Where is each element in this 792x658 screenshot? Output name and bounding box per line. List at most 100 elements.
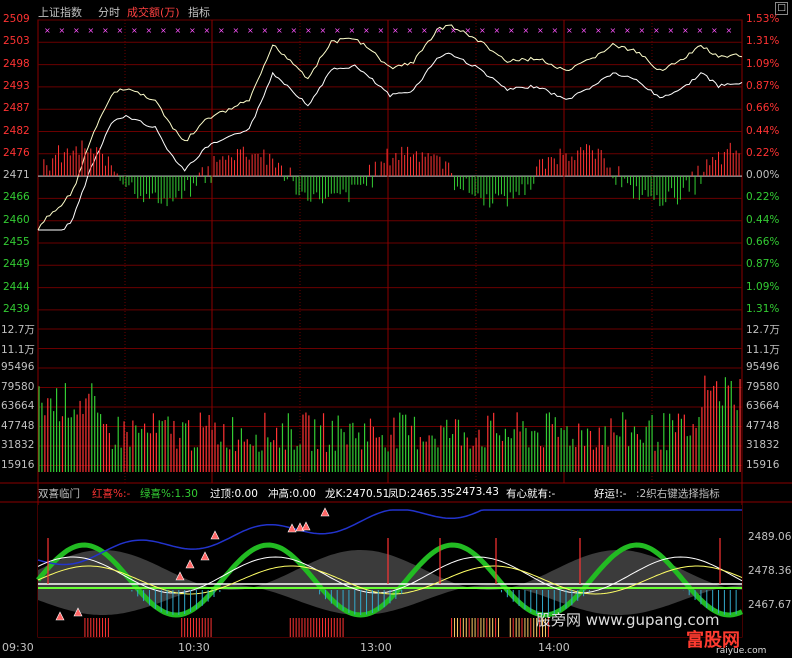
signal-marker: ×: [653, 26, 660, 35]
volume-label-left: 95496: [1, 361, 35, 373]
signal-marker: ×: [566, 26, 573, 35]
watermark-url: raiyue.com: [716, 646, 767, 656]
signal-marker: ×: [421, 26, 428, 35]
volume-label-right: 12.7万: [746, 324, 780, 336]
signal-marker: ×: [639, 26, 646, 35]
volume-label-left: 31832: [1, 439, 35, 451]
volume-label-right: 95496: [746, 361, 780, 373]
signal-marker: ×: [595, 26, 602, 35]
indicator-value: 冲高:0.00: [268, 488, 316, 500]
price-label-right: 1.31%: [746, 302, 780, 315]
price-label-left: 2476: [3, 146, 30, 159]
signal-marker: ×: [218, 26, 225, 35]
signal-marker: ×: [175, 26, 182, 35]
volume-label-right: 15916: [746, 458, 780, 471]
price-label-right: 0.00%: [746, 169, 780, 182]
signal-marker: ×: [291, 26, 298, 35]
signal-marker: ×: [378, 26, 385, 35]
price-label-left: 2449: [3, 258, 30, 271]
indicator-axis-label: 2478.36: [748, 565, 792, 577]
indicator-value: :2473.43: [452, 486, 499, 498]
price-label-right: 1.53%: [746, 13, 780, 25]
signal-marker: ×: [305, 26, 312, 35]
time-label: 10:30: [178, 641, 210, 654]
signal-marker: ×: [682, 26, 689, 35]
price-label-left: 2444: [3, 280, 30, 293]
time-label: 14:00: [538, 641, 570, 654]
signal-marker: ×: [494, 26, 501, 35]
volume-label-right: 31832: [746, 439, 780, 451]
indicator-name[interactable]: 双喜临门: [38, 486, 80, 501]
indicator-value: 好运!:-: [594, 488, 627, 500]
signal-marker: ×: [59, 26, 66, 35]
signal-marker: ×: [233, 26, 240, 35]
indicator-value: 龙K:2470.51: [325, 488, 390, 500]
signal-marker: ×: [262, 26, 269, 35]
signal-marker: ×: [44, 26, 51, 35]
signal-marker: ×: [711, 26, 718, 35]
signal-marker: ×: [131, 26, 138, 35]
signal-marker: ×: [73, 26, 80, 35]
price-label-right: 0.66%: [746, 236, 780, 248]
signal-marker: ×: [552, 26, 559, 35]
signal-marker: ×: [117, 26, 124, 35]
price-label-left: 2487: [3, 102, 30, 115]
signal-marker: ×: [349, 26, 356, 35]
signal-marker: ×: [189, 26, 196, 35]
price-label-left: 2471: [3, 169, 30, 182]
volume-label-left: 12.7万: [1, 324, 35, 336]
price-label-right: 1.09%: [746, 280, 780, 293]
indicator-value: 凤D:2465.35: [388, 488, 454, 500]
price-label-left: 2509: [3, 13, 30, 25]
price-label-right: 0.66%: [746, 102, 780, 115]
volume-label-right: 79580: [746, 380, 780, 393]
signal-marker: ×: [276, 26, 283, 35]
price-label-right: 0.87%: [746, 258, 780, 271]
price-label-right: 1.31%: [746, 35, 780, 48]
price-label-right: 1.09%: [746, 57, 780, 70]
signal-marker: ×: [102, 26, 109, 35]
price-label-left: 2503: [3, 35, 30, 48]
signal-marker: ×: [465, 26, 472, 35]
signal-marker: ×: [407, 26, 414, 35]
indicator-cloud: [38, 550, 742, 615]
price-label-left: 2455: [3, 236, 30, 248]
signal-marker: ×: [523, 26, 530, 35]
price-label-left: 2482: [3, 124, 30, 137]
signal-marker: ×: [392, 26, 399, 35]
price-label-right: 0.22%: [746, 146, 780, 159]
signal-marker: ×: [726, 26, 733, 35]
signal-marker: ×: [697, 26, 704, 35]
indicator-axis-label: 2489.06: [748, 531, 792, 543]
signal-marker: ×: [508, 26, 515, 35]
signal-marker: ×: [88, 26, 95, 35]
indicator-value: 过顶:0.00: [210, 488, 258, 500]
price-label-left: 2439: [3, 302, 30, 315]
indicator-value: :2织右键选择指标: [636, 488, 720, 500]
price-label-right: 0.22%: [746, 191, 780, 204]
volume-label-left: 79580: [1, 380, 35, 393]
indicator-value: 绿喜%:1.30: [140, 488, 198, 500]
signal-marker: ×: [334, 26, 341, 35]
price-line: [38, 52, 743, 231]
price-label-right: 0.44%: [746, 124, 780, 137]
signal-marker: ×: [450, 26, 457, 35]
indicator-value: 红喜%:-: [92, 488, 131, 500]
indicator-value: 有心就有:-: [506, 488, 556, 500]
price-label-right: 0.44%: [746, 213, 780, 226]
volume-label-right: 63664: [746, 400, 780, 412]
price-label-left: 2466: [3, 191, 30, 204]
signal-marker: ×: [247, 26, 254, 35]
signal-marker: ×: [537, 26, 544, 35]
price-label-left: 2460: [3, 213, 30, 226]
signal-marker: ×: [436, 26, 443, 35]
signal-marker: ×: [320, 26, 327, 35]
volume-label-left: 15916: [1, 458, 35, 471]
volume-label-right: 47748: [746, 419, 780, 432]
signal-marker: ×: [146, 26, 153, 35]
volume-label-right: 11.1万: [746, 343, 780, 356]
signal-marker: ×: [479, 26, 486, 35]
price-label-left: 2493: [3, 79, 30, 92]
signal-marker: ×: [581, 26, 588, 35]
time-label: 09:30: [2, 641, 34, 654]
